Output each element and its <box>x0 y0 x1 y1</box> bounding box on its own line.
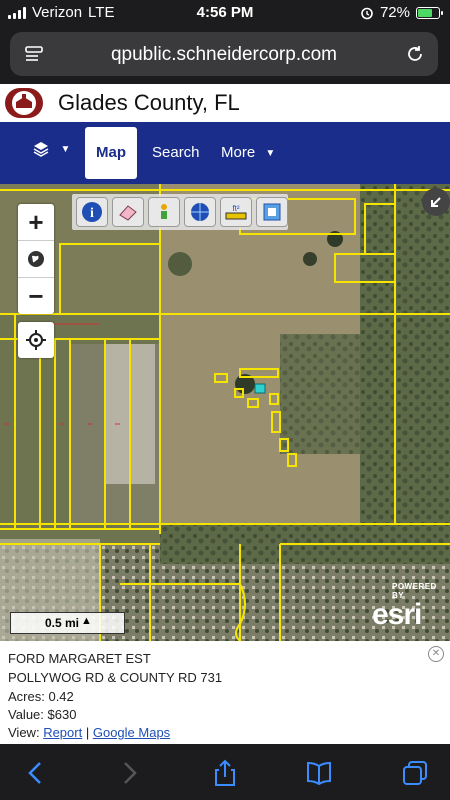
tab-more[interactable]: More ▼ <box>221 144 275 161</box>
browser-chrome: qpublic.schneidercorp.com <box>0 26 450 84</box>
battery-fill <box>418 8 432 17</box>
locate-button[interactable] <box>18 322 54 358</box>
print-icon[interactable] <box>256 197 288 227</box>
tab-map[interactable]: Map <box>85 127 137 179</box>
battery-icon <box>416 6 443 19</box>
pan-icon[interactable] <box>148 197 180 227</box>
back-button[interactable] <box>20 758 50 788</box>
expand-map-button[interactable] <box>422 188 450 216</box>
alarm-icon <box>361 7 373 19</box>
chevron-down-icon: ▼ <box>60 143 71 155</box>
measure-icon[interactable]: ft² <box>220 197 252 227</box>
value-amount: $630 <box>47 707 77 722</box>
bookmarks-icon <box>307 761 331 785</box>
tabs-button[interactable] <box>400 758 430 788</box>
svg-text:ft²: ft² <box>232 204 239 213</box>
identify-icon[interactable]: i <box>76 197 108 227</box>
scale-bar: 0.5 mi ▲ <box>10 612 125 634</box>
county-seal-logo[interactable] <box>5 88 43 118</box>
back-icon <box>28 762 41 784</box>
site-header: Glades County, FL <box>0 84 450 122</box>
acres-value: 0.42 <box>48 689 74 704</box>
view-row: View: Report | Google Maps <box>8 725 170 740</box>
tab-more-label: More <box>221 144 256 161</box>
acres-label: Acres: <box>8 689 45 704</box>
share-button[interactable] <box>210 758 240 788</box>
globe-layer-icon[interactable] <box>184 197 216 227</box>
zoom-in-button[interactable]: + <box>18 204 54 241</box>
parcel-address: POLLYWOG RD & COUNTY RD 731 <box>8 670 223 685</box>
globe-icon <box>28 251 44 267</box>
bookmarks-button[interactable] <box>304 758 334 788</box>
forward-button[interactable] <box>115 758 145 788</box>
acres-row: Acres: 0.42 <box>8 689 74 704</box>
link-separator: | <box>85 725 90 740</box>
esri-attribution-logo: POWERED BY esri <box>372 582 450 630</box>
svg-text:i: i <box>90 206 94 221</box>
map-view[interactable]: i ft² + − 0.5 mi ▲ POWERED BY esri <box>0 184 450 641</box>
caret-up-icon[interactable]: ▲ <box>81 615 92 627</box>
map-toolbar: i ft² <box>72 194 288 230</box>
tabs-icon <box>403 761 427 785</box>
value-row: Value: $630 <box>8 707 76 722</box>
chevron-down-icon: ▼ <box>265 147 276 159</box>
main-nav: ▼ Map Search More ▼ <box>0 122 450 184</box>
layers-icon <box>33 142 49 157</box>
layers-menu-button[interactable]: ▼ <box>32 140 72 166</box>
eraser-icon[interactable] <box>112 197 144 227</box>
close-icon[interactable]: ✕ <box>428 646 444 662</box>
reload-icon[interactable] <box>404 43 426 65</box>
share-icon <box>215 759 235 786</box>
browser-toolbar <box>0 744 450 800</box>
tab-search[interactable]: Search <box>152 144 200 161</box>
scale-label: 0.5 mi <box>45 616 80 630</box>
status-bar: Verizon LTE 4:56 PM 72% <box>0 0 450 26</box>
value-label: Value: <box>8 707 44 722</box>
zoom-out-button[interactable]: − <box>18 278 54 314</box>
satellite-basemap <box>0 184 450 641</box>
report-link[interactable]: Report <box>43 725 82 740</box>
address-bar[interactable]: qpublic.schneidercorp.com <box>10 32 438 76</box>
site-title[interactable]: Glades County, FL <box>58 90 240 116</box>
view-label: View: <box>8 725 40 740</box>
globe-home-button[interactable] <box>18 241 54 278</box>
esri-wordmark: esri <box>372 598 422 631</box>
url-text[interactable]: qpublic.schneidercorp.com <box>10 44 438 66</box>
battery-percent: 72% <box>379 4 410 21</box>
google-maps-link[interactable]: Google Maps <box>93 725 170 740</box>
parcel-info-panel: ✕ FORD MARGARET EST POLLYWOG RD & COUNTY… <box>0 641 450 744</box>
zoom-control: + − <box>18 204 54 314</box>
owner-name: FORD MARGARET EST <box>8 651 151 666</box>
expand-arrow-icon <box>431 197 441 207</box>
crosshair-icon <box>26 330 46 350</box>
forward-icon <box>124 762 137 784</box>
status-right: 72% <box>360 4 443 21</box>
